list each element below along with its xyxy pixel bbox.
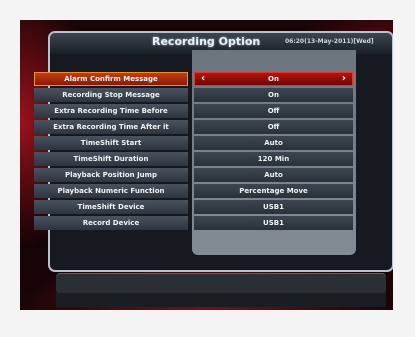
menu-item-value[interactable]: Off: [194, 120, 353, 134]
chevron-left-icon[interactable]: ‹: [201, 73, 205, 85]
menu-item-playback-numeric-function[interactable]: Playback Numeric Function Percentage Mov…: [32, 184, 356, 198]
menu-item-value[interactable]: Off: [194, 104, 353, 118]
menu-item-value[interactable]: ‹ On ›: [194, 72, 353, 86]
menu-item-playback-position-jump[interactable]: Playback Position Jump Auto: [32, 168, 356, 182]
menu-item-label: Playback Position Jump: [34, 168, 188, 182]
menu-item-label: TimeShift Device: [34, 200, 188, 214]
menu-item-extra-time-after[interactable]: Extra Recording Time After it Off: [32, 120, 356, 134]
menu-item-label: TimeShift Start: [34, 136, 188, 150]
menu-item-label: Alarm Confirm Message: [34, 72, 188, 86]
menu-item-label: TimeShift Duration: [34, 152, 188, 166]
menu-item-timeshift-device[interactable]: TimeShift Device USB1: [32, 200, 356, 214]
menu-item-recording-stop-message[interactable]: Recording Stop Message On: [32, 88, 356, 102]
menu-item-value[interactable]: Auto: [194, 136, 353, 150]
menu-item-value[interactable]: Percentage Move: [194, 184, 353, 198]
menu-item-value[interactable]: On: [194, 88, 353, 102]
menu-item-label: Extra Recording Time After it: [34, 120, 188, 134]
menu-item-extra-time-before[interactable]: Extra Recording Time Before Off: [32, 104, 356, 118]
menu-item-value[interactable]: 120 Min: [194, 152, 353, 166]
menu-item-timeshift-duration[interactable]: TimeShift Duration 120 Min: [32, 152, 356, 166]
menu-item-label: Record Device: [34, 216, 188, 230]
menu-item-timeshift-start[interactable]: TimeShift Start Auto: [32, 136, 356, 150]
help-bar: [56, 293, 386, 307]
menu-item-label: Recording Stop Message: [34, 88, 188, 102]
menu-item-record-device[interactable]: Record Device USB1: [32, 216, 356, 230]
menu-item-label: Playback Numeric Function: [34, 184, 188, 198]
value-text: On: [268, 75, 279, 83]
chevron-right-icon[interactable]: ›: [342, 73, 346, 85]
date-time: 06:20(13-May-2011)[Wed]: [285, 38, 374, 45]
menu-item-label: Extra Recording Time Before: [34, 104, 188, 118]
info-bar: [56, 273, 386, 294]
menu-item-value[interactable]: USB1: [194, 200, 353, 214]
menu-item-value[interactable]: USB1: [194, 216, 353, 230]
tv-screen: Recording Option 06:20(13-May-2011)[Wed]…: [20, 20, 393, 310]
page-title: Recording Option: [152, 35, 261, 48]
menu-item-value[interactable]: Auto: [194, 168, 353, 182]
menu-item-alarm-confirm-message[interactable]: Alarm Confirm Message ‹ On ›: [32, 72, 356, 86]
